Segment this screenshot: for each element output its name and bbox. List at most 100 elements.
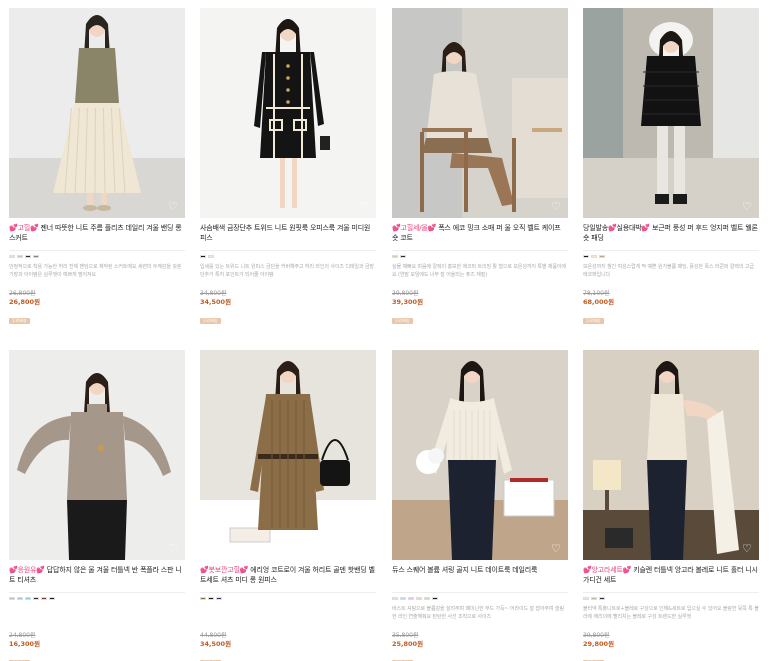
original-price: 78,100원: [583, 290, 610, 297]
divider: [9, 592, 185, 593]
heart-outline-icon[interactable]: ♡: [359, 543, 370, 554]
product-description: [9, 605, 185, 629]
color-swatch: [216, 597, 222, 600]
sale-price: 34,500원: [200, 298, 232, 306]
product-description: [200, 605, 376, 629]
sale-price: 29,800원: [583, 640, 615, 648]
product-grid: ♡ 💕고힐💕 젠너 따뜻한 니트 주름 플리츠 데일리 겨울 밴딩 롱 스커트 안정…: [0, 0, 769, 661]
color-swatch: [432, 597, 438, 600]
color-swatch: [9, 255, 15, 258]
product-card[interactable]: ♡ 💕봇보깐고힐💕 에리엉 코트로이 겨울 허리트 골덴 핫밴딩 벨트세트 셔츠 …: [200, 350, 376, 661]
color-swatch: [200, 255, 206, 258]
title-prefix: 💕고힐💕: [9, 224, 39, 232]
color-swatch: [25, 255, 31, 258]
heart-outline-icon[interactable]: ♡: [359, 201, 370, 212]
heart-outline-icon[interactable]: ♡: [551, 543, 562, 554]
product-card[interactable]: ♡ 💕고힐세/올💕 폭스 에코 밍크 소매 퍼 울 오직 벨트 케이프 숏 코트실…: [392, 8, 568, 326]
product-image[interactable]: ♡: [392, 8, 568, 218]
original-price: 39,800원: [392, 290, 419, 297]
heart-outline-icon[interactable]: ♡: [742, 543, 753, 554]
heart-outline-icon[interactable]: ♡: [168, 201, 179, 212]
color-swatch: [200, 597, 206, 600]
product-image[interactable]: ♡: [9, 350, 185, 560]
color-swatch: [208, 597, 214, 600]
divider: [583, 250, 759, 251]
color-swatch: [583, 597, 589, 600]
divider: [583, 592, 759, 593]
color-swatch: [400, 597, 406, 600]
heart-outline-icon[interactable]: ♡: [168, 543, 179, 554]
product-image[interactable]: ♡: [392, 350, 568, 560]
product-title[interactable]: 💕응원유💕 답답하지 않은 울 겨울 터틀넥 반 폭플라 스판 니트 티셔츠: [9, 565, 185, 587]
heart-outline-icon[interactable]: ♡: [742, 201, 753, 212]
product-image[interactable]: ♡: [583, 8, 759, 218]
color-swatch: [424, 597, 430, 600]
color-swatch: [392, 597, 398, 600]
product-title[interactable]: 당일발송💕실용대박💕 보근퍼 풍성 퍼 후드 엉지퍼 벨트 웰론 숏 패딩: [583, 223, 759, 245]
free-shipping-badge: 무료배송: [583, 318, 604, 324]
product-card[interactable]: ♡ 듀스 스퀘어 볼륨 셔링 골지 니트 데이트룩 데일리룩바스트 셔링으로 볼륨…: [392, 350, 568, 661]
color-swatches: [200, 597, 376, 600]
sale-price: 34,500원: [200, 640, 232, 648]
product-description: 불터넥 특출니트로+볼레로 구성으로 인해&세트로 입으실 수 있어요 블랑한 …: [583, 606, 759, 620]
color-swatch: [408, 597, 414, 600]
color-swatch: [41, 597, 47, 600]
color-swatch: [583, 255, 589, 258]
color-swatch: [33, 597, 39, 600]
product-title-text: 당일발송💕실용대박💕 보근퍼 풍성 퍼 후드 엉지퍼 벨트 웰론 숏 패딩: [583, 224, 758, 242]
color-swatch: [25, 597, 31, 600]
color-swatch: [208, 255, 214, 258]
color-swatch: [49, 597, 55, 600]
color-swatch: [599, 255, 605, 258]
product-image[interactable]: ♡: [9, 8, 185, 218]
color-swatch: [591, 597, 597, 600]
original-price: 39,800원: [583, 632, 610, 639]
product-description: 실물 예뻐요 마음에 칼렉이 홍보한 에코퍼 트리밍 활 형으로 보온성까지 특…: [392, 264, 566, 278]
product-title[interactable]: 사슴배색 금장단추 트위드 니트 원핏룩 오피스룩 겨울 미디원피스: [200, 223, 376, 245]
divider: [200, 592, 376, 593]
sale-price: 16,300원: [9, 640, 41, 648]
product-description: 바스트 셔링으로 볼륨감을 살려주며 페미닌한 무드 가득~ 어라이드 잘 잡아…: [392, 606, 564, 620]
divider: [200, 250, 376, 251]
product-title[interactable]: 💕봇보깐고힐💕 에리엉 코트로이 겨울 허리트 골덴 핫밴딩 벨트세트 셔츠 미…: [200, 565, 376, 587]
color-swatch: [9, 597, 15, 600]
product-image[interactable]: ♡: [200, 350, 376, 560]
color-swatch: [17, 597, 23, 600]
title-prefix: 💕앙고라세트💕: [583, 566, 632, 574]
product-image[interactable]: ♡: [583, 350, 759, 560]
product-description: 입세를 있는 트위드 니트 원피스 금단을 커버해주고 허리 라인의 사이즈 디…: [200, 264, 374, 278]
original-price: 35,800원: [392, 632, 419, 639]
original-price: 24,800원: [9, 632, 36, 639]
color-swatches: [583, 255, 759, 258]
color-swatch: [599, 597, 605, 600]
color-swatches: [392, 255, 568, 258]
product-card[interactable]: ♡ 당일발송💕실용대박💕 보근퍼 풍성 퍼 후드 엉지퍼 벨트 웰론 숏 패딩 보온…: [583, 8, 759, 326]
free-shipping-badge: 무료배송: [392, 318, 413, 324]
divider: [392, 250, 568, 251]
sale-price: 26,800원: [9, 298, 41, 306]
product-title[interactable]: 💕고힐💕 젠너 따뜻한 니트 주름 플리츠 데일리 겨울 밴딩 롱 스커트: [9, 223, 185, 245]
product-card[interactable]: ♡ 💕고힐💕 젠너 따뜻한 니트 주름 플리츠 데일리 겨울 밴딩 롱 스커트 안정…: [9, 8, 185, 326]
free-shipping-badge: 무료배송: [200, 318, 221, 324]
color-swatches: [583, 597, 759, 600]
divider: [9, 250, 185, 251]
heart-outline-icon[interactable]: ♡: [551, 201, 562, 212]
free-shipping-badge: 무료배송: [9, 318, 30, 324]
sale-price: 25,800원: [392, 640, 424, 648]
title-prefix: 💕고힐세/올💕: [392, 224, 437, 232]
title-prefix: 💕응원유💕: [9, 566, 45, 574]
product-title-text: 듀스 스퀘어 볼륨 셔링 골지 니트 데이트룩 데일리룩: [392, 566, 538, 574]
sale-price: 68,000원: [583, 298, 615, 306]
original-price: 26,800원: [9, 290, 36, 297]
product-card[interactable]: ♡ 💕응원유💕 답답하지 않은 울 겨울 터틀넥 반 폭플라 스판 니트 티셔츠 2…: [9, 350, 185, 661]
product-title-text: 사슴배색 금장단추 트위드 니트 원핏룩 오피스룩 겨울 미디원피스: [200, 224, 371, 242]
color-swatches: [200, 255, 376, 258]
product-title[interactable]: 💕앙고라세트💕 키슬렌 터틀넥 앙고라 볼레로 니트 홀터 니시 가디건 세트: [583, 565, 759, 587]
product-title[interactable]: 💕고힐세/올💕 폭스 에코 밍크 소매 퍼 울 오직 벨트 케이프 숏 코트: [392, 223, 568, 245]
product-image[interactable]: ♡: [200, 8, 376, 218]
color-swatch: [416, 597, 422, 600]
product-card[interactable]: ♡ 💕앙고라세트💕 키슬렌 터틀넥 앙고라 볼레로 니트 홀터 니시 가디건 세트…: [583, 350, 759, 661]
product-card[interactable]: ♡ 사슴배색 금장단추 트위드 니트 원핏룩 오피스룩 겨울 미디원피스입세를 있…: [200, 8, 376, 326]
original-price: 44,800원: [200, 632, 227, 639]
product-title[interactable]: 듀스 스퀘어 볼륨 셔링 골지 니트 데이트룩 데일리룩: [392, 565, 568, 587]
